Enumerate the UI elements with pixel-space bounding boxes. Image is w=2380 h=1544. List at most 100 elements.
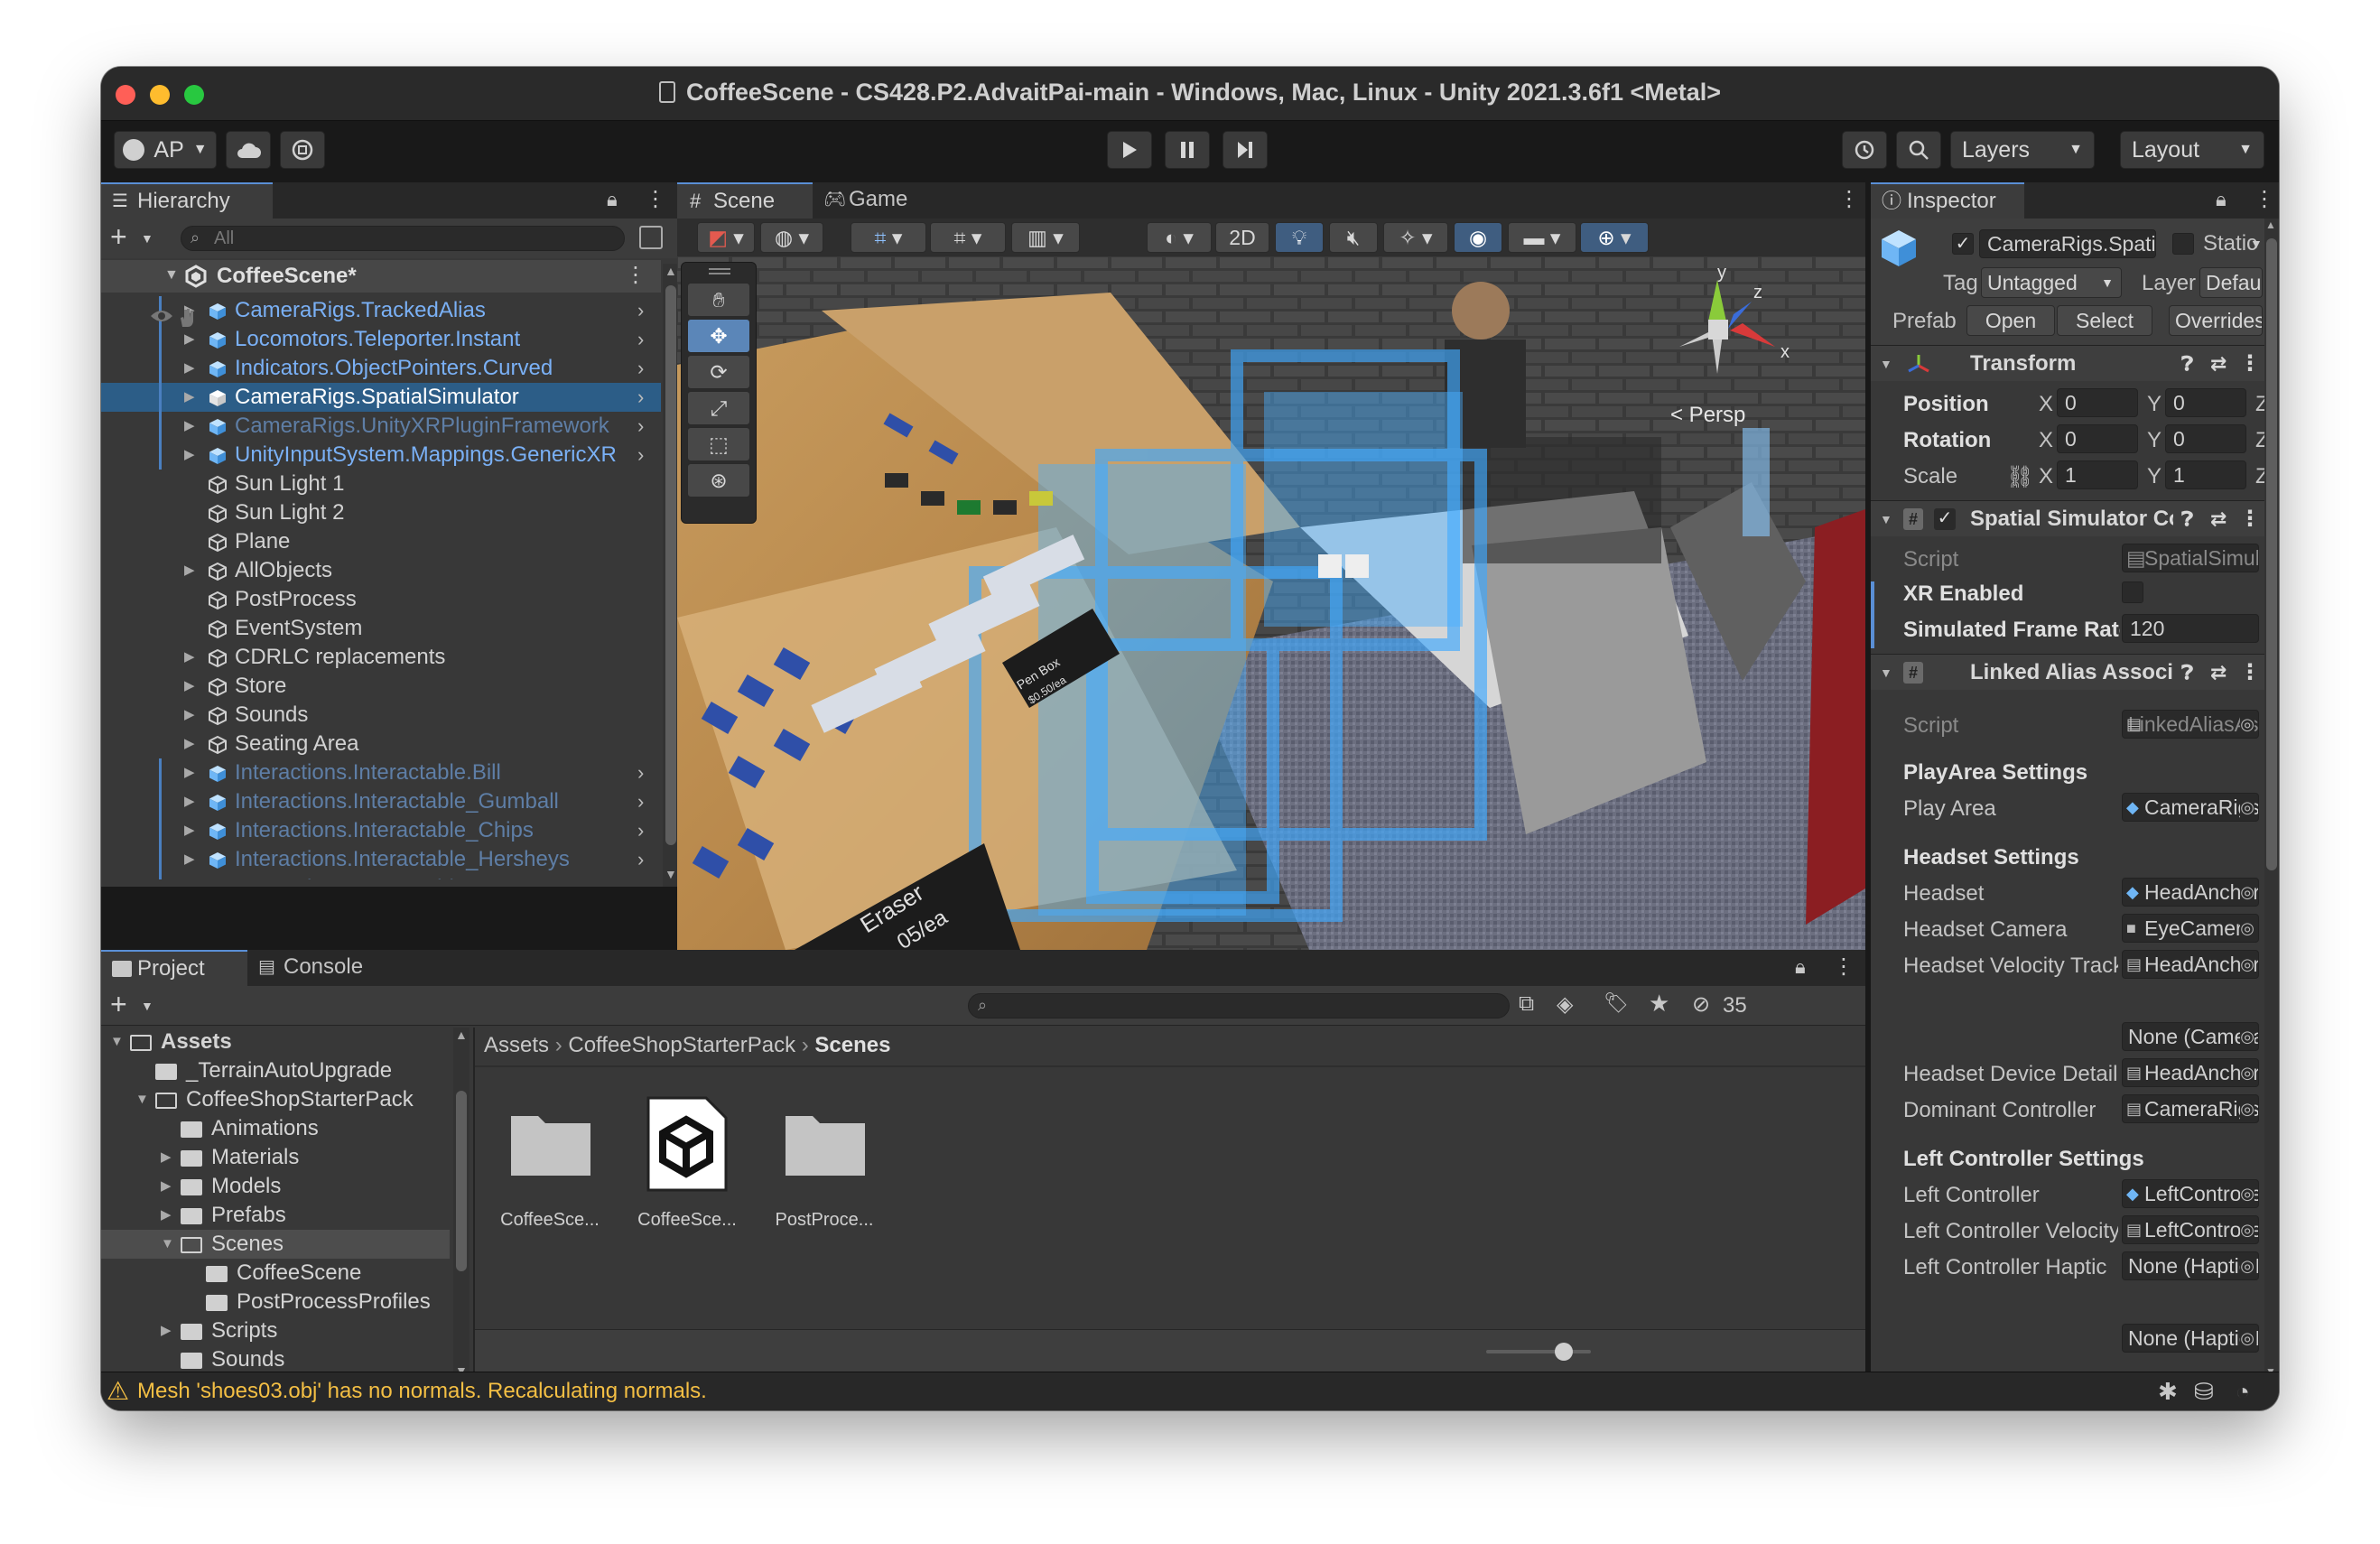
object-picker-icon[interactable]: ◎ (2240, 1095, 2254, 1122)
hierarchy-item[interactable]: ▶ Interactions.Interactable_Hersheys › (101, 845, 661, 874)
object-reference-field[interactable]: ▤HeadAnchor (AverageVelocityEstimator)◎ (2122, 950, 2259, 979)
add-icon[interactable]: + (110, 988, 127, 1021)
chevron-right-icon[interactable]: ▶ (184, 845, 195, 874)
move-tool-button[interactable]: ✥ (687, 319, 750, 353)
more-options-icon[interactable]: ⋮ (1838, 186, 1860, 212)
hierarchy-item[interactable]: ▶ Indicators.ObjectPointers.Curved › (101, 354, 661, 383)
hierarchy-item[interactable]: ▶ AllObjects (101, 556, 661, 585)
transform-value-field[interactable]: 0 (2165, 424, 2246, 453)
preset-icon[interactable]: ⇄ (2210, 346, 2227, 382)
chevron-down-icon[interactable]: ▼ (141, 999, 153, 1013)
object-picker-icon[interactable]: ◎ (2240, 951, 2254, 978)
asset-item[interactable]: PostProce... (766, 1094, 883, 1248)
prefab-select-button[interactable]: Select (2057, 305, 2152, 336)
object-reference-field[interactable]: ◆ LeftController ◎ (2122, 1179, 2259, 1208)
prefab-overrides-dropdown[interactable]: Overrides (2169, 305, 2263, 336)
breadcrumb-item[interactable]: Scenes (814, 1033, 890, 1057)
chevron-down-icon[interactable]: ▼ (110, 1028, 124, 1056)
xr-enabled-checkbox[interactable] (2122, 581, 2143, 603)
progress-check-icon[interactable]: ◔ (2236, 1378, 2250, 1406)
hierarchy-item[interactable]: ▶ Interactions.Interactable_Gumball › (101, 787, 661, 816)
project-search-input[interactable]: ⌕ (968, 993, 1510, 1018)
chevron-right-icon[interactable]: ▶ (161, 1172, 172, 1201)
scale-tool-button[interactable]: ⤢ (687, 391, 750, 425)
asset-item[interactable]: CoffeeSce... (628, 1094, 746, 1248)
project-folder-item[interactable]: Sounds (101, 1345, 450, 1374)
chevron-right-icon[interactable]: › (637, 325, 644, 354)
object-reference-field[interactable]: ■EyeCamera (Camera)◎ (2122, 914, 2259, 943)
chevron-right-icon[interactable]: ▶ (184, 874, 195, 879)
spatial-simulator-header[interactable]: ▼ # ✓ Spatial Simulator Configurator ❓︎ … (1871, 500, 2264, 536)
hierarchy-item[interactable]: ▶ Interactions.Interactable_IceCream › (101, 874, 661, 879)
favorite-star-icon[interactable]: ★ (1649, 990, 1669, 1018)
chevron-down-icon[interactable]: ▼ (135, 1085, 149, 1114)
rotate-tool-button[interactable]: ⟳ (687, 355, 750, 389)
ruler-button[interactable]: ▥ ▾ (1011, 222, 1080, 253)
hierarchy-item[interactable]: ▶ Store (101, 672, 661, 701)
project-folder-item[interactable]: ▼ CoffeeShopStarterPack (101, 1085, 450, 1114)
object-name-field[interactable]: CameraRigs.SpatialSimulator (1979, 229, 2156, 258)
chevron-down-icon[interactable]: ▼ (2250, 237, 2263, 251)
object-reference-field[interactable]: None (Camera Observer)◎ (2122, 1022, 2259, 1051)
chevron-right-icon[interactable]: ▶ (184, 383, 195, 412)
project-folder-item[interactable]: ▶ Prefabs (101, 1201, 450, 1230)
more-options-icon[interactable]: ⋮ (2254, 186, 2275, 212)
chevron-right-icon[interactable]: ▶ (184, 701, 195, 730)
object-picker-icon[interactable]: ◎ (2240, 1216, 2254, 1243)
hierarchy-item[interactable]: Plane (101, 527, 661, 556)
transform-value-field[interactable]: 1 (2057, 460, 2138, 489)
tab-inspector[interactable]: ⓘ Inspector (1871, 182, 2024, 219)
lock-icon[interactable]: 🔒︎ (1795, 955, 1806, 979)
breadcrumb-item[interactable]: CoffeeShopStarterPack (568, 1033, 795, 1057)
collab-button[interactable] (280, 131, 325, 169)
hierarchy-item[interactable]: ▶ Interactions.Interactable.Bill › (101, 758, 661, 787)
component-enabled-checkbox[interactable]: ✓ (1934, 508, 1956, 530)
project-folder-item[interactable]: Animations (101, 1114, 450, 1143)
breadcrumb-item[interactable]: Assets (484, 1033, 549, 1057)
search-button[interactable] (1896, 131, 1941, 169)
effects-toggle-button[interactable]: ✧ ▾ (1383, 222, 1448, 253)
tab-scene[interactable]: # Scene (677, 182, 813, 219)
preset-icon[interactable]: ⇄ (2210, 501, 2227, 537)
chevron-right-icon[interactable]: › (637, 787, 644, 816)
scene-visibility-icon[interactable] (639, 226, 663, 249)
debug-bug-icon[interactable]: ✱ (2158, 1378, 2178, 1406)
chevron-right-icon[interactable]: ▶ (184, 354, 195, 383)
hierarchy-item[interactable]: Sun Light 2 (101, 498, 661, 527)
linked-alias-header[interactable]: ▼ # Linked Alias Association ❓︎ ⇄ ⋮ (1871, 654, 2264, 690)
chevron-right-icon[interactable]: › (637, 845, 644, 874)
tab-hierarchy[interactable]: ☰ Hierarchy (101, 182, 273, 219)
lock-icon[interactable]: 🔒︎ (607, 188, 618, 211)
hierarchy-search-input[interactable]: ⌕ All (181, 226, 625, 251)
chevron-right-icon[interactable]: › (637, 354, 644, 383)
layer-dropdown[interactable]: Default (2199, 267, 2263, 298)
hierarchy-item[interactable]: ▶ Locomotors.Teleporter.Instant › (101, 325, 661, 354)
rect-tool-button[interactable]: ⬚ (687, 427, 750, 461)
prefab-open-button[interactable]: Open (1966, 305, 2055, 336)
object-reference-field[interactable]: ▤CameraRigs.SpatialSimulator◎ (2122, 1094, 2259, 1123)
help-icon[interactable]: ❓︎ (2181, 655, 2193, 691)
chevron-right-icon[interactable]: › (637, 874, 644, 879)
layers-dropdown[interactable]: Layers ▼ (1950, 131, 2095, 169)
icon-size-slider[interactable] (1486, 1350, 1591, 1353)
cloud-button[interactable] (226, 131, 271, 169)
object-picker-icon[interactable]: ◎ (2240, 915, 2254, 942)
project-folder-item[interactable]: _TerrainAutoUpgrade (101, 1056, 450, 1085)
global-pivot-button[interactable]: ◍ ▾ (760, 222, 823, 253)
chevron-right-icon[interactable]: ▶ (184, 787, 195, 816)
lock-icon[interactable]: 🔒︎ (2216, 188, 2227, 211)
object-reference-field[interactable]: None (Haptic Process)◎ (2122, 1324, 2259, 1353)
chevron-down-icon[interactable]: ▼ (141, 231, 153, 246)
project-folder-item[interactable]: CoffeeScene (101, 1259, 450, 1288)
status-bar[interactable]: ⚠ Mesh 'shoes03.obj' has no normals. Rec… (101, 1372, 2279, 1410)
constrain-proportions-icon[interactable]: ⛓ (2006, 464, 2033, 490)
help-icon[interactable]: ❓︎ (2181, 346, 2193, 382)
gizmos-button[interactable]: ⊕ ▾ (1580, 222, 1649, 253)
layout-dropdown[interactable]: Layout ▼ (2120, 131, 2264, 169)
hierarchy-item[interactable]: ▶ Seating Area (101, 730, 661, 758)
object-reference-field[interactable]: ▤HeadAnchor (SimulatorDeviceDetails)◎ (2122, 1058, 2259, 1087)
account-dropdown[interactable]: AP ▼ (114, 131, 217, 169)
chevron-right-icon[interactable]: › (637, 412, 644, 441)
chevron-right-icon[interactable]: › (637, 758, 644, 787)
hidden-packages-icon[interactable]: ⊘ (1692, 991, 1710, 1018)
